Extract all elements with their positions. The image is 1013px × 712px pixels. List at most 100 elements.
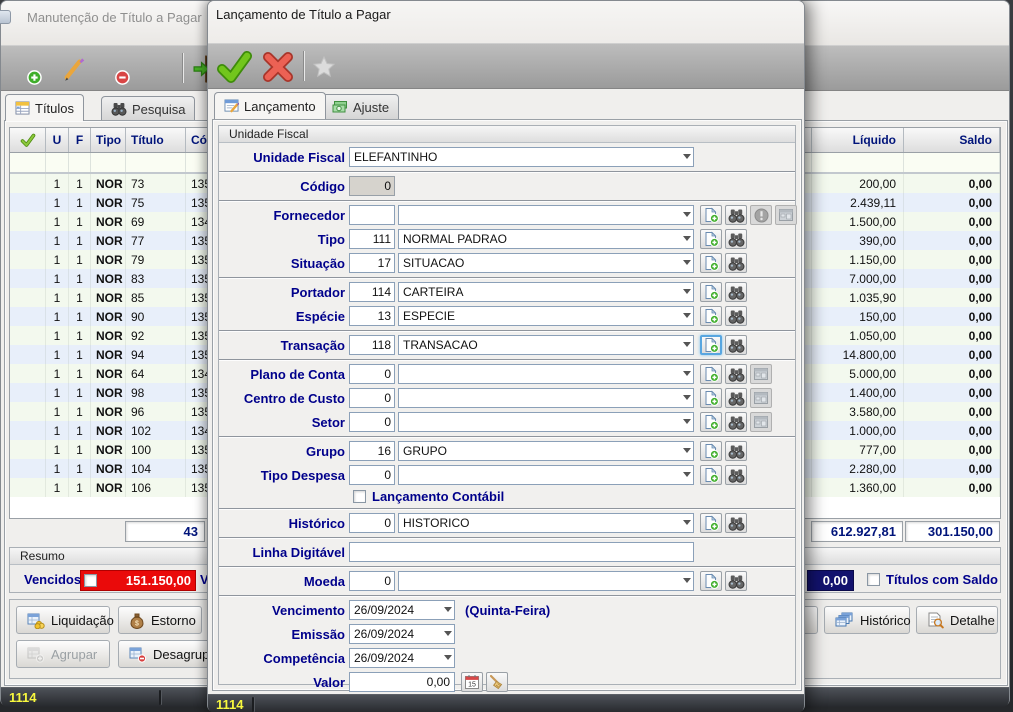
grid-filter-cell[interactable] [69, 153, 91, 172]
combo-field[interactable]: 26/09/2024 [349, 648, 455, 668]
chevron-down-icon[interactable] [683, 154, 691, 159]
chevron-down-icon[interactable] [683, 448, 691, 453]
search-button[interactable] [725, 513, 747, 533]
combo-field[interactable]: HISTORICO [398, 513, 694, 533]
chevron-down-icon[interactable] [683, 313, 691, 318]
grid-column-header-saldo[interactable]: Saldo [904, 128, 1000, 152]
search-button[interactable] [725, 306, 747, 326]
search-button[interactable] [725, 364, 747, 384]
chevron-down-icon[interactable] [683, 260, 691, 265]
new-button[interactable] [700, 465, 722, 485]
cancel-button[interactable] [258, 47, 298, 87]
code-input[interactable]: 0 [349, 412, 395, 432]
new-button[interactable] [700, 306, 722, 326]
search-button[interactable] [725, 441, 747, 461]
favorite-button[interactable] [308, 47, 340, 87]
combo-field[interactable] [398, 364, 694, 384]
copy-record-button[interactable] [139, 49, 179, 89]
code-input[interactable]: 0 [349, 465, 395, 485]
grid-filter-cell[interactable] [10, 153, 46, 172]
search-button[interactable] [725, 412, 747, 432]
grid-filter-cell[interactable] [812, 153, 904, 172]
new-button[interactable] [700, 513, 722, 533]
search-button[interactable] [725, 205, 747, 225]
new-button[interactable] [700, 571, 722, 591]
code-input[interactable]: 118 [349, 335, 395, 355]
historico-button[interactable]: Histórico [824, 606, 910, 634]
lancamento-contabil-checkbox[interactable] [353, 490, 366, 503]
combo-field[interactable] [398, 205, 694, 225]
desagrupar-button[interactable]: Desagrupar [118, 640, 210, 668]
new-button[interactable] [700, 205, 722, 225]
combo-field[interactable]: 26/09/2024 [349, 600, 455, 620]
grid-column-header-titulo[interactable]: Título [126, 128, 186, 152]
chevron-down-icon[interactable] [683, 371, 691, 376]
code-input[interactable] [349, 205, 395, 225]
chevron-down-icon[interactable] [683, 419, 691, 424]
tab-pesquisa[interactable]: Pesquisa [101, 96, 195, 121]
search-button[interactable] [725, 571, 747, 591]
combo-field[interactable]: NORMAL PADRAO [398, 229, 694, 249]
combo-field[interactable] [398, 465, 694, 485]
code-input[interactable]: 111 [349, 229, 395, 249]
new-button[interactable] [700, 388, 722, 408]
combo-field[interactable] [398, 571, 694, 591]
combo-field[interactable]: TRANSACAO [398, 335, 694, 355]
tab-ajuste[interactable]: Ajuste [322, 94, 399, 119]
combo-field[interactable]: ELEFANTINHO [349, 147, 694, 167]
new-button[interactable] [700, 253, 722, 273]
chevron-down-icon[interactable] [683, 212, 691, 217]
linha-digitavel-input[interactable] [349, 542, 694, 562]
code-input[interactable]: 16 [349, 441, 395, 461]
search-button[interactable] [725, 335, 747, 355]
code-input[interactable]: 0 [349, 513, 395, 533]
grid-column-header-tipo[interactable]: Tipo [91, 128, 126, 152]
new-button[interactable] [700, 335, 722, 355]
new-button[interactable] [700, 364, 722, 384]
code-input[interactable]: 0 [349, 388, 395, 408]
grid-filter-cell[interactable] [46, 153, 69, 172]
combo-field[interactable]: SITUACAO [398, 253, 694, 273]
agrupar-button[interactable]: Agrupar [16, 640, 110, 668]
chevron-down-icon[interactable] [444, 607, 452, 612]
estorno-button[interactable]: $ Estorno [118, 606, 202, 634]
vencidos-checkbox[interactable] [84, 574, 97, 587]
new-record-button[interactable] [7, 49, 47, 89]
chevron-down-icon[interactable] [444, 655, 452, 660]
combo-field[interactable]: CARTEIRA [398, 282, 694, 302]
code-input[interactable]: 13 [349, 306, 395, 326]
tab-lancamento[interactable]: Lançamento [214, 92, 326, 119]
confirm-button[interactable] [214, 47, 254, 87]
valor-input[interactable]: 0,00 [349, 672, 455, 692]
calendar-button[interactable]: 15 [461, 672, 483, 692]
combo-field[interactable] [398, 388, 694, 408]
chevron-down-icon[interactable] [683, 395, 691, 400]
grid-column-header-f[interactable]: F [69, 128, 91, 152]
chevron-down-icon[interactable] [683, 520, 691, 525]
search-button[interactable] [725, 388, 747, 408]
chevron-down-icon[interactable] [683, 472, 691, 477]
code-input[interactable]: 0 [349, 364, 395, 384]
edit-record-button[interactable] [51, 49, 91, 89]
search-button[interactable] [725, 253, 747, 273]
chevron-down-icon[interactable] [683, 342, 691, 347]
new-button[interactable] [700, 412, 722, 432]
chevron-down-icon[interactable] [683, 289, 691, 294]
detalhe-button[interactable]: Detalhe [916, 606, 998, 634]
code-input[interactable]: 114 [349, 282, 395, 302]
delete-record-button[interactable] [95, 49, 135, 89]
code-input[interactable]: 17 [349, 253, 395, 273]
chevron-down-icon[interactable] [444, 631, 452, 636]
titulos-com-saldo-checkbox[interactable] [867, 573, 880, 586]
chevron-down-icon[interactable] [683, 578, 691, 583]
grid-column-header-u[interactable]: U [46, 128, 69, 152]
search-button[interactable] [725, 282, 747, 302]
tab-titulos[interactable]: Títulos [5, 94, 84, 121]
new-button[interactable] [700, 441, 722, 461]
grid-filter-cell[interactable] [126, 153, 186, 172]
search-button[interactable] [725, 229, 747, 249]
grid-column-header-sel[interactable] [10, 128, 46, 152]
combo-field[interactable]: GRUPO [398, 441, 694, 461]
liquidacao-button[interactable]: Liquidação [16, 606, 110, 634]
combo-field[interactable] [398, 412, 694, 432]
